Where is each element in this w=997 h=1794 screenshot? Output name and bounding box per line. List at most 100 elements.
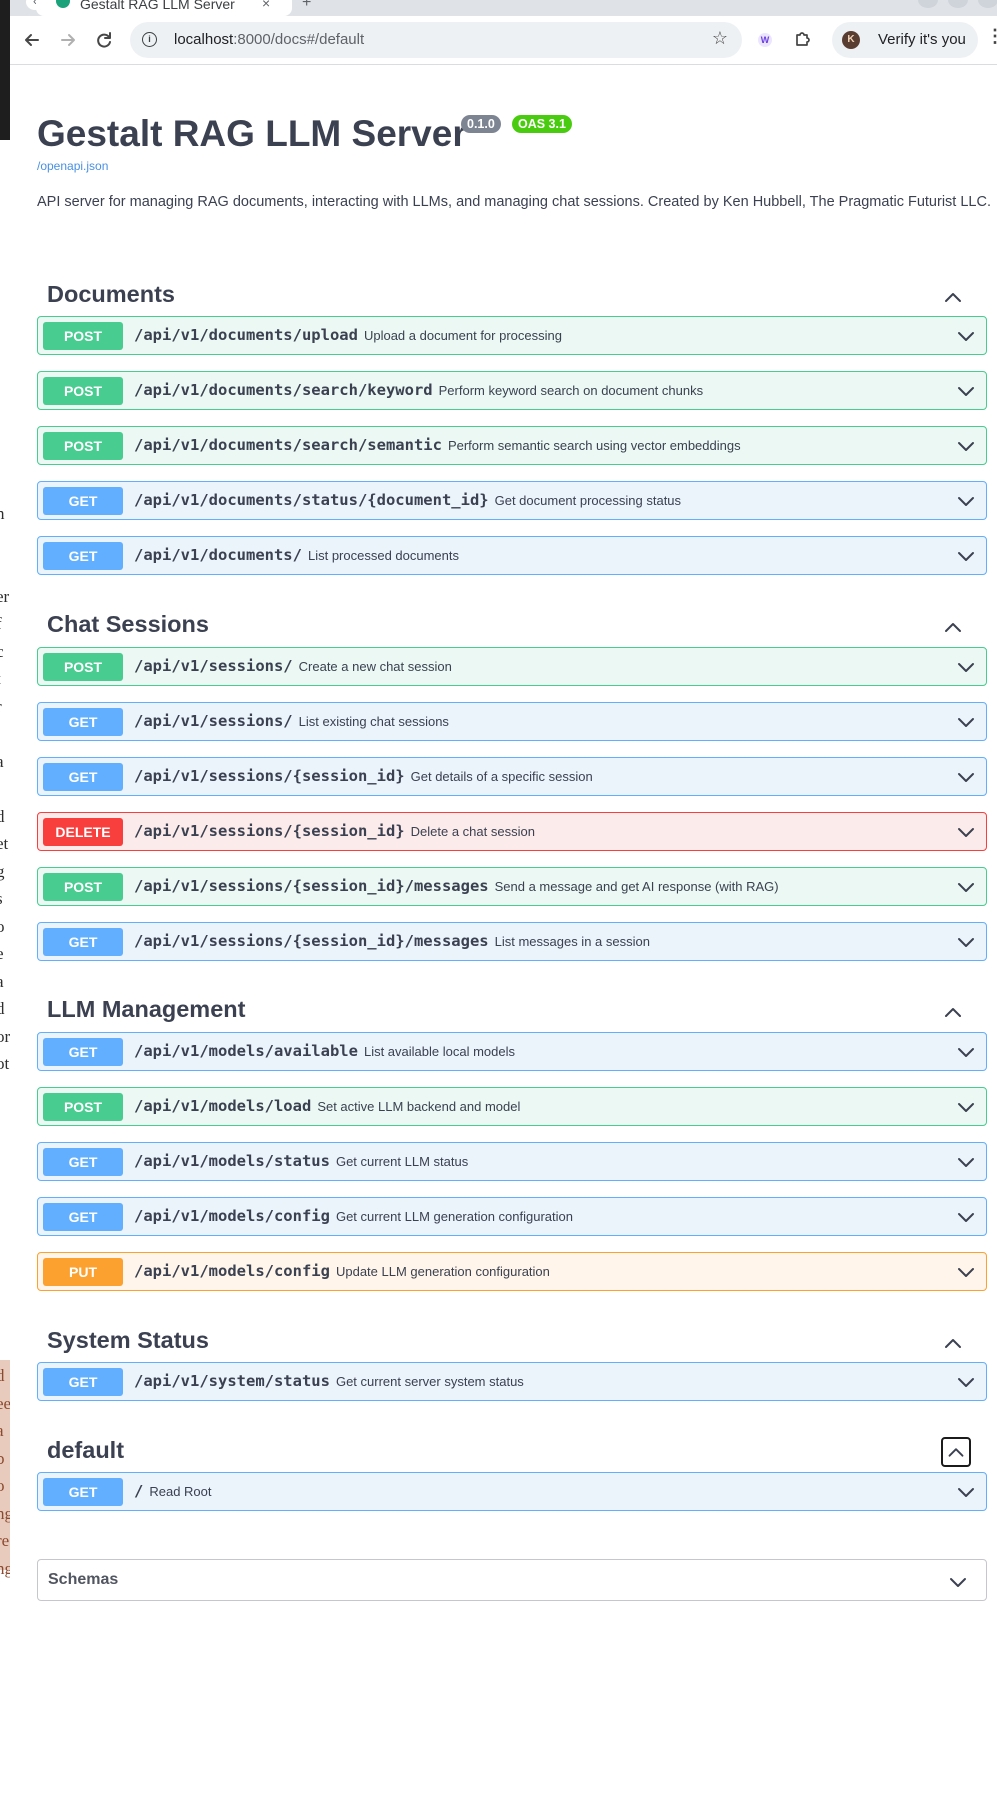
version-badge: 0.1.0 (461, 115, 501, 133)
minimize-window-button[interactable] (918, 0, 938, 8)
operation-summary: List processed documents (307, 548, 460, 563)
operation-path: /api/v1/models/config Get current LLM gen… (134, 1207, 573, 1225)
extension-w-icon[interactable]: W (758, 33, 772, 47)
operation-row-post[interactable]: POST/api/v1/sessions/Create a new chat s… (37, 647, 987, 686)
operation-row-get[interactable]: GET/api/v1/models/config Get current LLM … (37, 1197, 987, 1236)
bookmark-star-icon[interactable]: ☆ (712, 28, 728, 49)
tab-title: Gestalt RAG LLM Server (80, 0, 235, 12)
operation-row-get[interactable]: GET/api/v1/sessions/{session_id}/message… (37, 922, 987, 961)
operation-path-text: /api/v1/models/load (134, 1097, 312, 1115)
operation-path: /api/v1/documents/search/keyword Perform … (134, 381, 703, 399)
operation-row-get[interactable]: GET / Read Root (37, 1472, 987, 1511)
operation-summary: Get current LLM generation configuration (335, 1209, 573, 1224)
tag-header-system-status[interactable]: System Status (37, 1321, 987, 1366)
address-bar[interactable]: i localhost:8000/docs#/default ☆ (130, 22, 742, 58)
operation-path-text: /api/v1/sessions/{session_id} (134, 767, 405, 785)
tag-header-documents[interactable]: Documents (37, 275, 987, 320)
method-badge: GET (43, 1368, 123, 1396)
tag-title: Chat Sessions (47, 611, 209, 637)
operation-row-post[interactable]: POST/api/v1/documents/search/semantic Per… (37, 426, 987, 465)
operation-path: /api/v1/sessions/List existing chat sess… (134, 712, 449, 730)
operation-path-text: /api/v1/documents/status/{document_id} (134, 491, 489, 509)
operation-summary: List existing chat sessions (298, 714, 449, 729)
operation-row-get[interactable]: GET/api/v1/models/available List availabl… (37, 1032, 987, 1071)
operation-summary: Get details of a specific session (410, 769, 593, 784)
operation-row-get[interactable]: GET/api/v1/models/status Get current LLM … (37, 1142, 987, 1181)
chevron-down-icon[interactable] (956, 1042, 976, 1062)
operation-path: /api/v1/system/status Get current server … (134, 1372, 524, 1390)
operation-path: /api/v1/documents/upload Upload a documen… (134, 326, 562, 344)
api-description: API server for managing RAG documents, i… (37, 194, 991, 210)
chevron-up-icon[interactable] (939, 283, 967, 311)
chevron-down-icon[interactable] (956, 1097, 976, 1117)
operation-path: /api/v1/sessions/{session_id} Get details… (134, 767, 593, 785)
site-info-icon[interactable]: i (142, 32, 157, 47)
method-badge: POST (43, 873, 123, 901)
operation-row-delete[interactable]: DELETE/api/v1/sessions/{session_id} Delet… (37, 812, 987, 851)
operation-summary: Delete a chat session (410, 824, 535, 839)
tag-header-default[interactable]: default (37, 1431, 987, 1476)
chevron-up-icon[interactable] (939, 613, 967, 641)
reload-button[interactable] (90, 26, 118, 54)
chevron-down-icon[interactable] (956, 932, 976, 952)
method-badge: POST (43, 377, 123, 405)
operation-row-post[interactable]: POST/api/v1/models/load Set active LLM ba… (37, 1087, 987, 1126)
browser-menu-icon[interactable]: ⋮ (986, 26, 997, 47)
extensions-puzzle-icon[interactable] (792, 27, 814, 49)
chevron-down-icon[interactable] (956, 1262, 976, 1282)
url-text[interactable]: localhost:8000/docs#/default (174, 31, 364, 48)
chevron-down-icon[interactable] (956, 822, 976, 842)
chevron-down-icon[interactable] (956, 877, 976, 897)
new-tab-button[interactable]: + (302, 0, 311, 12)
chevron-up-icon[interactable] (941, 1437, 971, 1467)
chevron-down-icon[interactable] (956, 1372, 976, 1392)
operation-row-get[interactable]: GET/api/v1/sessions/{session_id} Get deta… (37, 757, 987, 796)
operation-row-post[interactable]: POST/api/v1/documents/search/keyword Perf… (37, 371, 987, 410)
chevron-down-icon[interactable] (956, 767, 976, 787)
operation-row-get[interactable]: GET/api/v1/documents/List processed docu… (37, 536, 987, 575)
schemas-section[interactable]: Schemas (37, 1559, 987, 1601)
chevron-down-icon[interactable] (956, 491, 976, 511)
tag-header-chat-sessions[interactable]: Chat Sessions (37, 605, 987, 650)
method-badge: GET (43, 487, 123, 515)
chevron-down-icon[interactable] (956, 326, 976, 346)
operation-row-post[interactable]: POST/api/v1/documents/upload Upload a doc… (37, 316, 987, 355)
tab-active[interactable]: Gestalt RAG LLM Server × (36, 0, 292, 16)
operation-path: /api/v1/models/config Update LLM generati… (134, 1262, 550, 1280)
operation-path-text: / (134, 1482, 144, 1500)
tab-close-icon[interactable]: × (262, 0, 270, 11)
chevron-up-icon[interactable] (939, 998, 967, 1026)
chevron-down-icon[interactable] (956, 712, 976, 732)
chevron-down-icon[interactable] (956, 381, 976, 401)
close-window-button[interactable] (978, 0, 997, 8)
operation-row-get[interactable]: GET/api/v1/documents/status/{document_id… (37, 481, 987, 520)
chevron-down-icon[interactable] (956, 436, 976, 456)
background-dark-area (0, 0, 10, 140)
back-button[interactable] (18, 26, 46, 54)
chevron-up-icon[interactable] (939, 1329, 967, 1357)
method-badge: GET (43, 1478, 123, 1506)
forward-button[interactable] (54, 26, 82, 54)
operation-path-text: /api/v1/models/config (134, 1207, 330, 1225)
method-badge: PUT (43, 1258, 123, 1286)
maximize-window-button[interactable] (948, 0, 968, 8)
profile-button[interactable]: K Verify it's you (832, 22, 978, 58)
operation-summary: Create a new chat session (298, 659, 452, 674)
operation-row-get[interactable]: GET/api/v1/system/status Get current serv… (37, 1362, 987, 1401)
operation-path: /api/v1/models/available List available l… (134, 1042, 515, 1060)
operation-summary: Perform keyword search on document chunk… (438, 383, 704, 398)
operation-path: /api/v1/sessions/{session_id} Delete a ch… (134, 822, 535, 840)
chevron-down-icon[interactable] (956, 657, 976, 677)
tag-title: LLM Management (47, 996, 246, 1022)
operation-row-post[interactable]: POST/api/v1/sessions/{session_id}/messag… (37, 867, 987, 906)
tag-header-llm-management[interactable]: LLM Management (37, 990, 987, 1035)
operation-row-put[interactable]: PUT/api/v1/models/config Update LLM gener… (37, 1252, 987, 1291)
chevron-down-icon[interactable] (956, 546, 976, 566)
openapi-json-link[interactable]: /openapi.json (37, 159, 108, 173)
method-badge: POST (43, 1093, 123, 1121)
chevron-down-icon[interactable] (956, 1152, 976, 1172)
chevron-down-icon[interactable] (956, 1482, 976, 1502)
swagger-page: Gestalt RAG LLM Server 0.1.0 OAS 3.1 /op… (10, 65, 997, 1794)
chevron-down-icon[interactable] (956, 1207, 976, 1227)
operation-row-get[interactable]: GET/api/v1/sessions/List existing chat s… (37, 702, 987, 741)
